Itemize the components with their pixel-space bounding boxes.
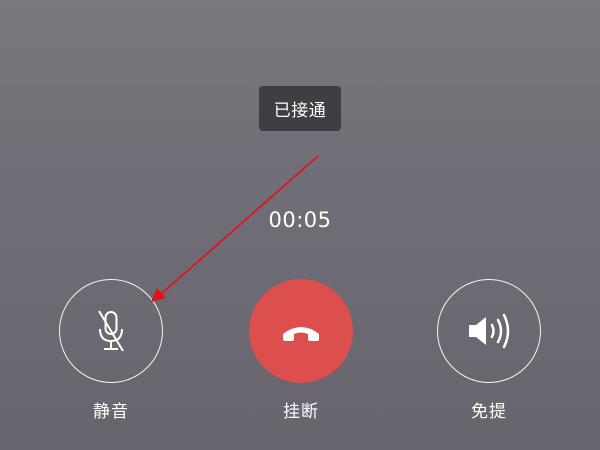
mute-button[interactable] xyxy=(59,279,163,383)
connected-toast-text: 已接通 xyxy=(273,101,327,121)
phone-hangup-icon xyxy=(283,327,319,341)
call-duration: 00:05 xyxy=(268,208,332,232)
speaker-button[interactable] xyxy=(437,279,541,383)
connected-toast: 已接通 xyxy=(259,86,341,131)
speaker-label: 免提 xyxy=(471,402,507,422)
speaker-icon xyxy=(469,313,510,349)
hangup-label: 挂断 xyxy=(283,402,319,422)
hangup-button[interactable] xyxy=(249,279,353,383)
mute-label: 静音 xyxy=(93,402,129,422)
microphone-muted-icon xyxy=(98,310,124,352)
call-screen: 已接通 00:05 静音 挂断 免提 xyxy=(0,0,600,450)
